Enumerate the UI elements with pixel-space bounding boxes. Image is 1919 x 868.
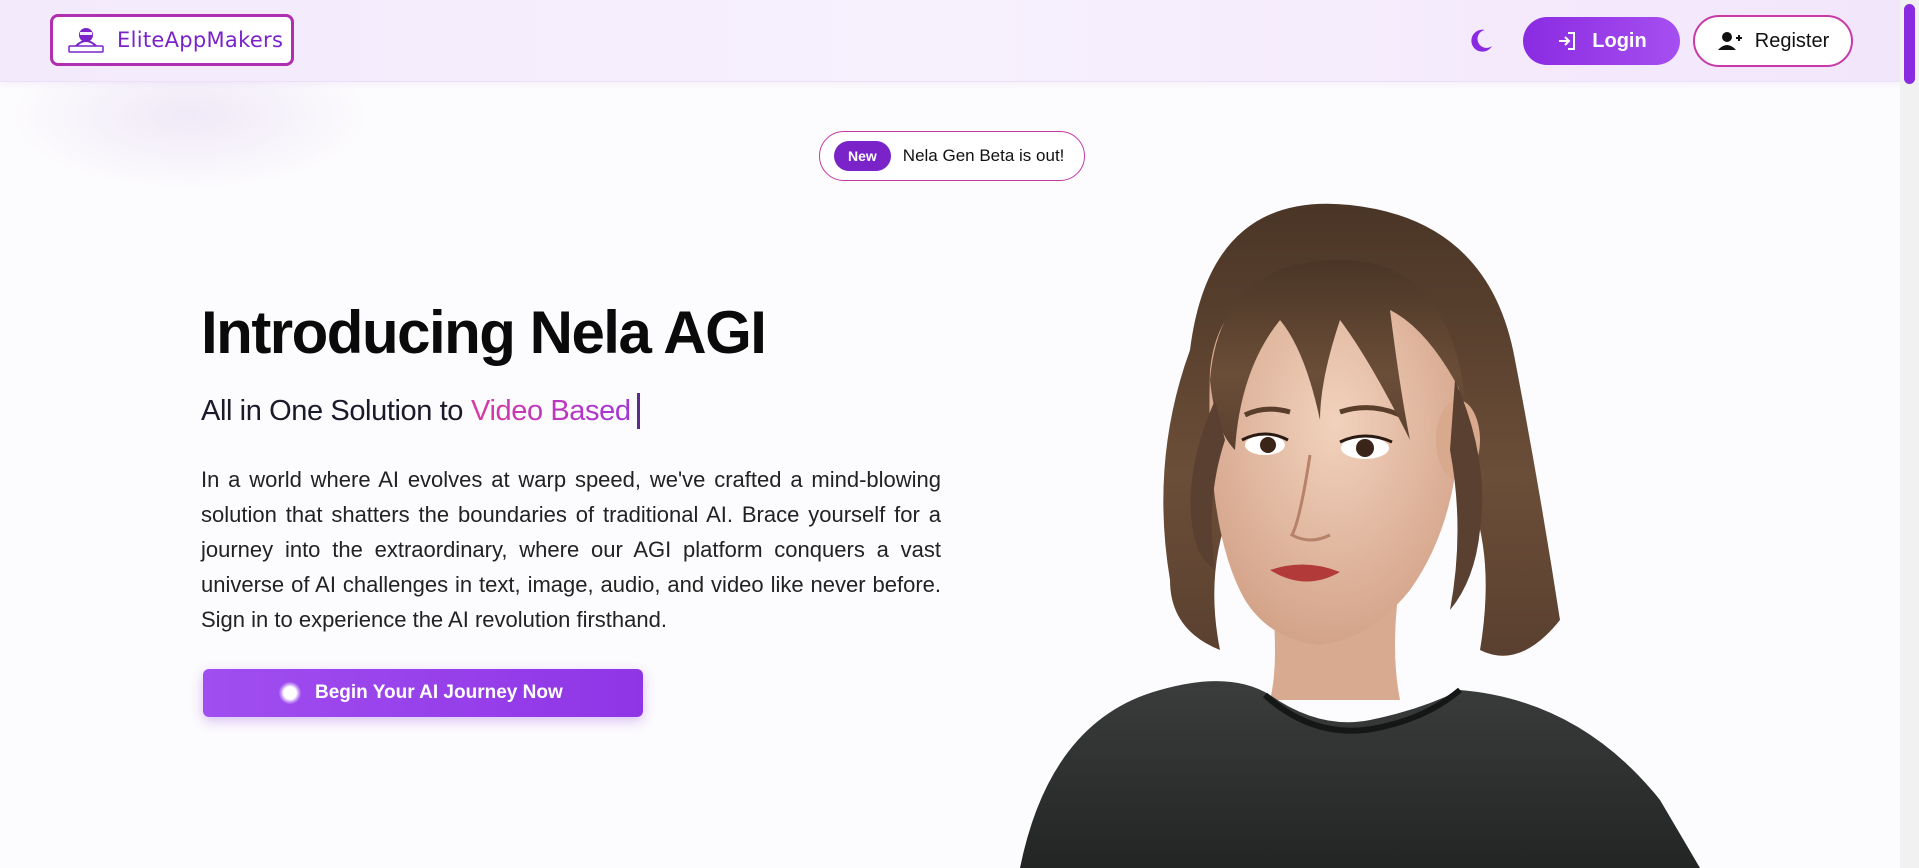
moon-icon[interactable]	[1466, 26, 1496, 56]
glow-dot-icon	[279, 682, 301, 704]
brand-name: EliteAppMakers	[117, 28, 284, 52]
hero-description: In a world where AI evolves at warp spee…	[201, 467, 941, 632]
announcement-pill[interactable]: New Nela Gen Beta is out!	[819, 131, 1085, 181]
brand-logo[interactable]: EliteAppMakers	[50, 14, 294, 66]
add-user-icon	[1717, 32, 1742, 50]
login-label: Login	[1592, 29, 1647, 52]
hero-subtitle-prefix: All in One Solution to	[201, 394, 464, 427]
login-button[interactable]: Login	[1523, 17, 1680, 65]
hero-subtitle-accent: Video Based	[471, 394, 631, 427]
avatar-illustration	[1020, 203, 1700, 868]
begin-journey-button[interactable]: Begin Your AI Journey Now	[203, 669, 643, 717]
register-label: Register	[1754, 29, 1830, 52]
announcement-text: Nela Gen Beta is out!	[902, 146, 1065, 165]
page-scrollbar[interactable]	[1900, 0, 1919, 868]
cta-label: Begin Your AI Journey Now	[315, 682, 563, 703]
scroll-thumb[interactable]	[1904, 4, 1915, 84]
logo-icon	[68, 28, 104, 53]
new-badge: New	[834, 141, 891, 171]
hero-subtitle: All in One Solution to Video Based	[201, 393, 640, 429]
register-button[interactable]: Register	[1693, 15, 1853, 67]
login-icon	[1559, 32, 1576, 50]
hero-title: Introducing Nela AGI	[201, 299, 767, 366]
top-nav: EliteAppMakers Login Register	[0, 0, 1900, 82]
typing-cursor	[636, 393, 640, 429]
